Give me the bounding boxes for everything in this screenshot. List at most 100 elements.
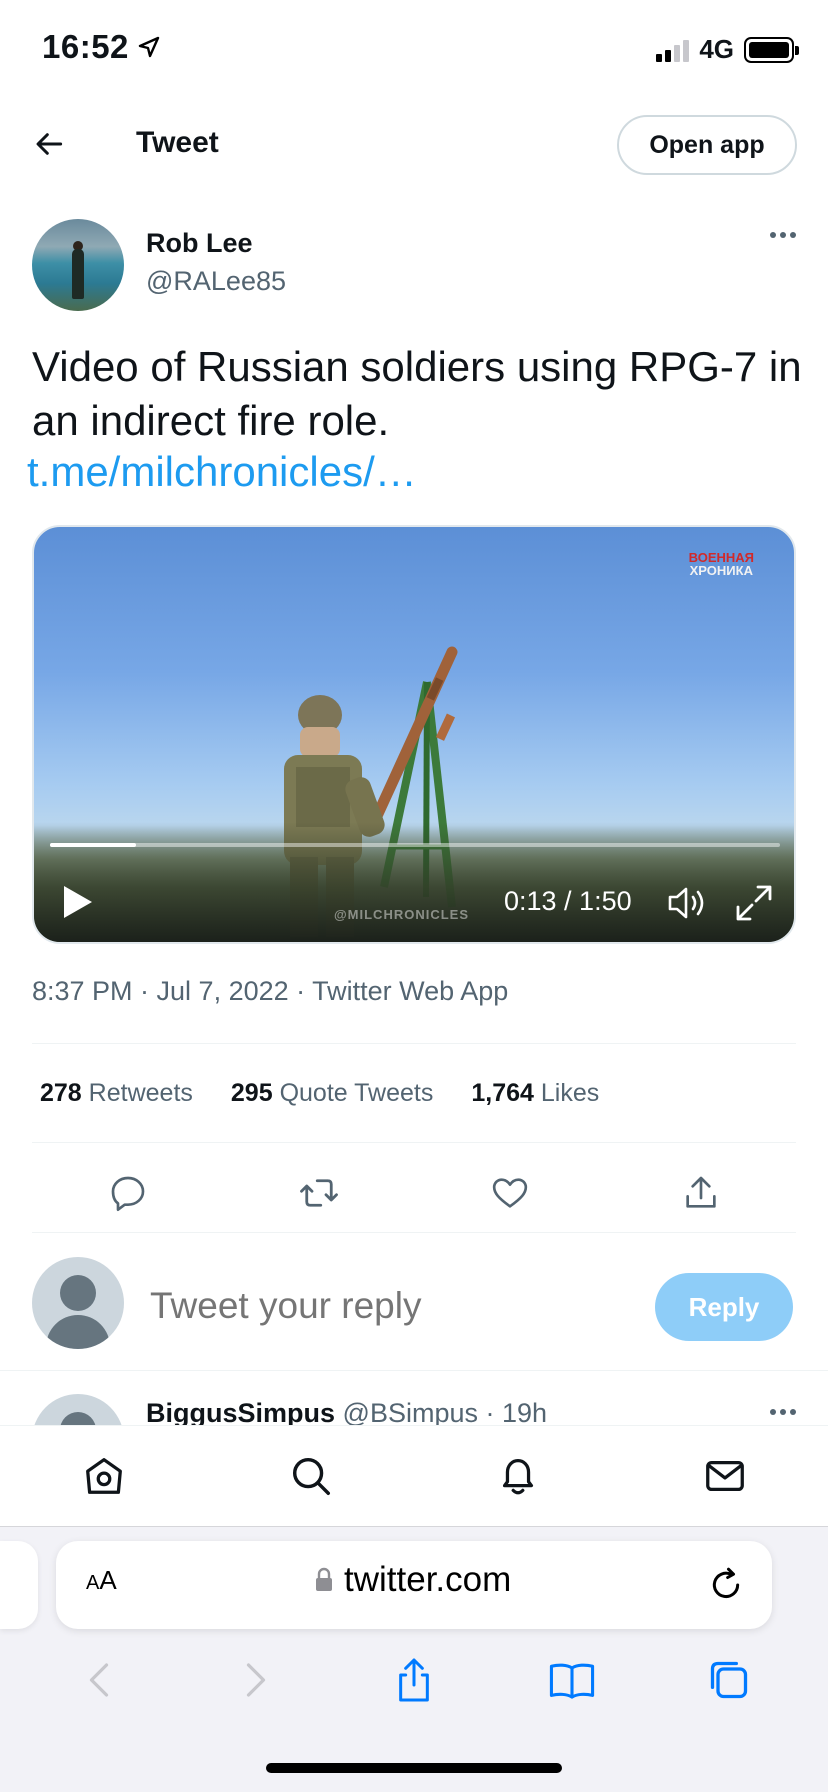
reader-settings-button[interactable]: AA [86, 1565, 117, 1596]
retweets-label: Retweets [88, 1079, 193, 1107]
video-progress-fill [50, 843, 137, 847]
divider [32, 1232, 796, 1233]
author-avatar[interactable] [32, 219, 124, 311]
address-bar[interactable]: AA twitter.com [56, 1541, 772, 1629]
expand-icon [736, 885, 772, 921]
share-button[interactable] [676, 1168, 726, 1218]
bookmarks-button[interactable] [542, 1650, 602, 1710]
retweets-count: 278 [40, 1079, 82, 1107]
network-label: 4G [699, 34, 734, 64]
open-app-button[interactable]: Open app [617, 115, 797, 175]
browser-back-button[interactable] [69, 1650, 129, 1710]
aa-small: A [86, 1572, 100, 1594]
author-name[interactable]: Rob Lee [146, 228, 253, 259]
like-button[interactable] [485, 1168, 535, 1218]
chevron-left-icon [89, 1663, 108, 1697]
play-icon [64, 886, 92, 918]
nav-messages[interactable] [695, 1446, 755, 1506]
reply-submit-button[interactable]: Reply [655, 1273, 793, 1341]
tweet-text: Video of Russian soldiers using RPG-7 in… [32, 343, 802, 444]
browser-forward-button[interactable] [226, 1650, 286, 1710]
url-text: twitter.com [344, 1560, 512, 1599]
author-handle[interactable]: @RALee85 [146, 266, 286, 297]
quotes-count: 295 [230, 1079, 273, 1107]
tweet-actions [32, 1168, 796, 1218]
nav-search[interactable] [281, 1446, 341, 1506]
previous-tab-edge[interactable] [0, 1541, 38, 1629]
next-tweet-avatar[interactable] [32, 1394, 124, 1426]
mail-icon [705, 1460, 744, 1491]
fullscreen-button[interactable] [734, 883, 774, 923]
tweet-timestamp: 8:37 PM · Jul 7, 2022 · Twitter Web App [32, 976, 509, 1006]
next-tweet-handle-time: @BSimpus · 19h [342, 1398, 548, 1426]
status-time-text: 16:52 [42, 28, 129, 65]
next-tweet-more-button[interactable] [770, 1409, 796, 1415]
watermark-line2: ХРОНИКА [689, 563, 753, 578]
reload-icon [712, 1567, 740, 1599]
reply-button[interactable] [103, 1168, 153, 1218]
more-dot [790, 1409, 796, 1415]
more-options-button[interactable] [770, 232, 796, 238]
video-watermark-bottom: @MILCHRONICLES [334, 907, 470, 922]
video-player[interactable]: ВОЕННАЯ ХРОНИКА @MILCHRONICLES 0:13 / 1:… [32, 525, 796, 944]
book-icon [549, 1663, 594, 1699]
reply-input[interactable] [150, 1285, 630, 1327]
quotes-stat[interactable]: 295 Quote Tweets [231, 1079, 433, 1108]
next-tweet-name: BiggusSimpus [146, 1398, 336, 1426]
next-tweet-preview[interactable]: BiggusSimpus @BSimpus · 19h [0, 1370, 828, 1426]
next-tweet-author[interactable]: BiggusSimpus @BSimpus · 19h [146, 1398, 547, 1426]
search-icon [292, 1457, 330, 1495]
home-indicator [266, 1763, 562, 1773]
play-button[interactable] [60, 882, 96, 922]
reload-button[interactable] [706, 1565, 746, 1605]
aa-large: A [99, 1565, 117, 1595]
lock-icon [316, 1567, 332, 1591]
likes-stat[interactable]: 1,764 Likes [471, 1079, 599, 1108]
more-dot [790, 232, 796, 238]
more-dot [770, 232, 776, 238]
video-progress-bar[interactable] [50, 843, 780, 847]
safari-toolbar [0, 1650, 828, 1710]
nav-notifications[interactable] [488, 1446, 548, 1506]
tweet-stats: 278 Retweets 295 Quote Tweets 1,764 Like… [40, 1079, 599, 1108]
signal-icon [656, 38, 690, 62]
like-icon [492, 1178, 527, 1208]
more-dot [770, 1409, 776, 1415]
chevron-right-icon [247, 1663, 266, 1697]
back-button[interactable] [30, 124, 70, 164]
location-arrow-icon [138, 36, 160, 58]
reply-icon [111, 1176, 144, 1211]
home-icon [85, 1457, 122, 1494]
volume-button[interactable] [666, 883, 710, 923]
more-dot [780, 232, 786, 238]
retweet-button[interactable] [294, 1168, 344, 1218]
bell-icon [502, 1458, 533, 1494]
quotes-label: Quote Tweets [279, 1079, 434, 1107]
url-display[interactable]: twitter.com [314, 1560, 511, 1600]
likes-label: Likes [540, 1079, 600, 1107]
battery-icon [744, 36, 799, 63]
retweet-icon [299, 1179, 338, 1207]
bottom-nav [0, 1425, 828, 1525]
page-title: Tweet [136, 126, 219, 159]
tabs-button[interactable] [699, 1650, 759, 1710]
arrow-left-icon [36, 133, 63, 155]
share-icon [399, 1658, 429, 1702]
nav-home[interactable] [74, 1446, 134, 1506]
tweet-link[interactable]: t.me/milchronicles/… [27, 448, 417, 496]
video-watermark: ВОЕННАЯ ХРОНИКА [689, 551, 754, 577]
browser-share-button[interactable] [384, 1650, 444, 1710]
divider [32, 1142, 796, 1143]
video-time: 0:13 / 1:50 [504, 886, 632, 916]
video-treeline [34, 822, 794, 942]
share-icon [685, 1176, 716, 1208]
user-avatar [32, 1257, 124, 1349]
more-dot [780, 1409, 786, 1415]
retweets-stat[interactable]: 278 Retweets [40, 1079, 193, 1108]
likes-count: 1,764 [471, 1079, 534, 1107]
tabs-icon [711, 1661, 748, 1699]
speaker-icon [668, 887, 704, 919]
status-indicators: 4G [656, 34, 799, 65]
divider [32, 1043, 796, 1044]
status-time: 16:52 [42, 28, 161, 66]
